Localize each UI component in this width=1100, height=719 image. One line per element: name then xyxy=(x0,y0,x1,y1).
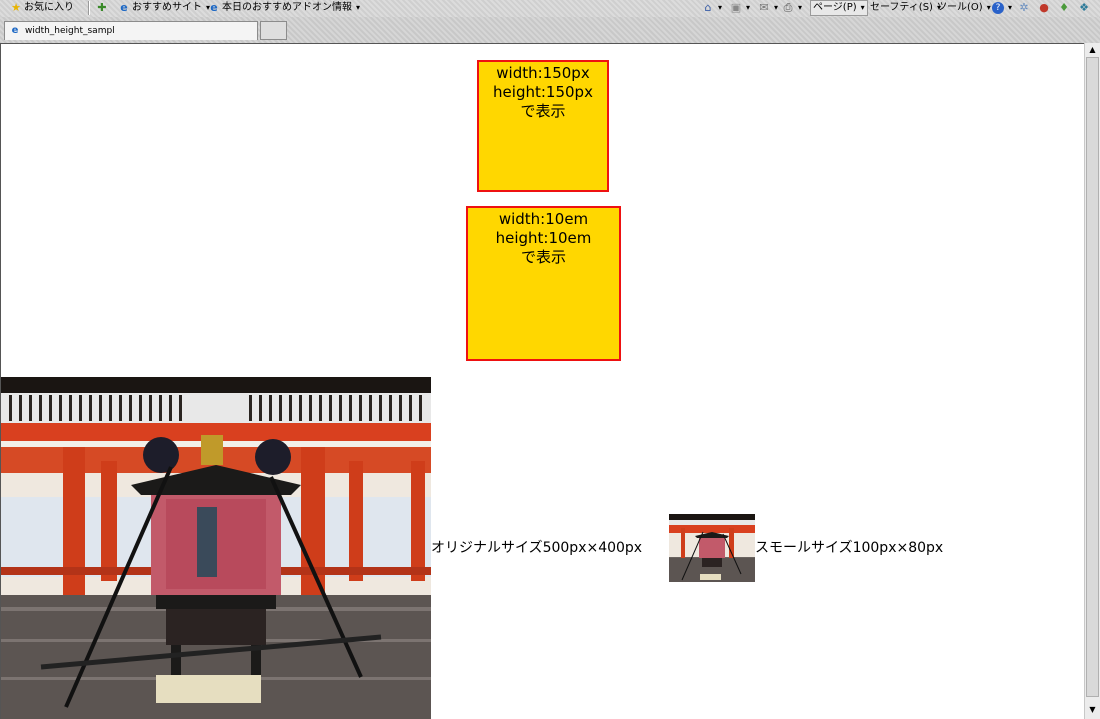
yellow-box-px: width:150px height:150px で表示 xyxy=(477,60,609,192)
tab-active[interactable]: e width_height_sampl xyxy=(4,21,258,40)
research-icon: ● xyxy=(1039,1,1049,14)
small-size-photo xyxy=(669,514,755,582)
favorites-toolbar: ★ お気に入り ✚ e おすすめサイト e 本日のおすすめアドオン情報 ⌂ ▣ … xyxy=(0,0,1100,17)
ie-icon: e xyxy=(11,25,19,36)
page-menu-label: ページ(P) xyxy=(813,2,857,13)
star-icon: ★ xyxy=(11,1,21,14)
new-tab-button[interactable] xyxy=(260,21,287,40)
tools-menu[interactable]: ツール(O) xyxy=(937,0,991,16)
addons-button[interactable]: e 本日のおすすめアドオン情報 xyxy=(208,0,360,16)
shrine-photo xyxy=(1,377,431,719)
gear-icon: ✲ xyxy=(1019,1,1029,14)
print-button[interactable]: ⎙ xyxy=(782,0,802,16)
suggested-sites-button[interactable]: e おすすめサイト xyxy=(118,0,210,16)
box-height-text: height:150px xyxy=(493,83,593,101)
small-size-caption: スモールサイズ100px×80px xyxy=(755,540,944,556)
help-icon: ? xyxy=(992,2,1004,14)
ie-icon: e xyxy=(120,1,128,14)
safety-menu[interactable]: セーフティ(S) xyxy=(870,0,941,16)
print-icon: ⎙ xyxy=(783,1,793,14)
extra-button[interactable]: ❖ xyxy=(1078,0,1090,16)
mail-icon: ✉ xyxy=(759,1,769,14)
tab-bar: e width_height_sampl xyxy=(0,17,1100,44)
original-size-photo xyxy=(1,377,431,719)
safety-menu-label: セーフティ(S) xyxy=(870,2,933,13)
addons-label: 本日のおすすめアドオン情報 xyxy=(222,2,352,13)
ie-icon: e xyxy=(210,1,218,14)
box-display-text: で表示 xyxy=(520,102,566,120)
scroll-up-button[interactable]: ▲ xyxy=(1085,43,1100,57)
messenger-button[interactable]: ♦ xyxy=(1058,0,1070,16)
scroll-thumb[interactable] xyxy=(1086,57,1099,697)
yellow-box-em: width:10em height:10em で表示 xyxy=(466,206,621,361)
box-display-text: で表示 xyxy=(520,248,566,266)
feeds-button[interactable]: ▣ xyxy=(730,0,750,16)
favorites-button[interactable]: ★ お気に入り xyxy=(10,0,74,16)
favorites-label: お気に入り xyxy=(24,2,74,13)
tab-title: width_height_sampl xyxy=(25,26,115,36)
box-width-text: width:10em xyxy=(498,210,589,228)
help-button[interactable]: ? xyxy=(992,0,1012,16)
page-menu[interactable]: ページ(P) xyxy=(810,0,868,16)
tools-menu-label: ツール(O) xyxy=(937,2,983,13)
vertical-scrollbar[interactable]: ▲ ▼ xyxy=(1084,43,1100,719)
add-favorites-icon: ✚ xyxy=(97,1,107,14)
rss-icon: ▣ xyxy=(730,1,742,14)
extra-icon: ❖ xyxy=(1079,1,1089,14)
scroll-down-button[interactable]: ▼ xyxy=(1085,703,1100,717)
mail-button[interactable]: ✉ xyxy=(758,0,778,16)
box-height-text: height:10em xyxy=(495,229,592,247)
messenger-icon: ♦ xyxy=(1059,1,1069,14)
home-icon: ⌂ xyxy=(704,1,712,14)
page-content: width:150px height:150px で表示 width:10em … xyxy=(0,43,1084,719)
shrine-photo-small xyxy=(669,514,755,582)
toolbar-separator xyxy=(88,1,90,15)
add-favorites-button[interactable]: ✚ xyxy=(96,0,108,16)
research-button[interactable]: ● xyxy=(1038,0,1050,16)
box-width-text: width:150px xyxy=(496,64,590,82)
home-button[interactable]: ⌂ xyxy=(702,0,722,16)
original-size-caption: オリジナルサイズ500px×400px xyxy=(431,540,643,556)
gear-button[interactable]: ✲ xyxy=(1018,0,1030,16)
suggested-sites-label: おすすめサイト xyxy=(132,2,202,13)
